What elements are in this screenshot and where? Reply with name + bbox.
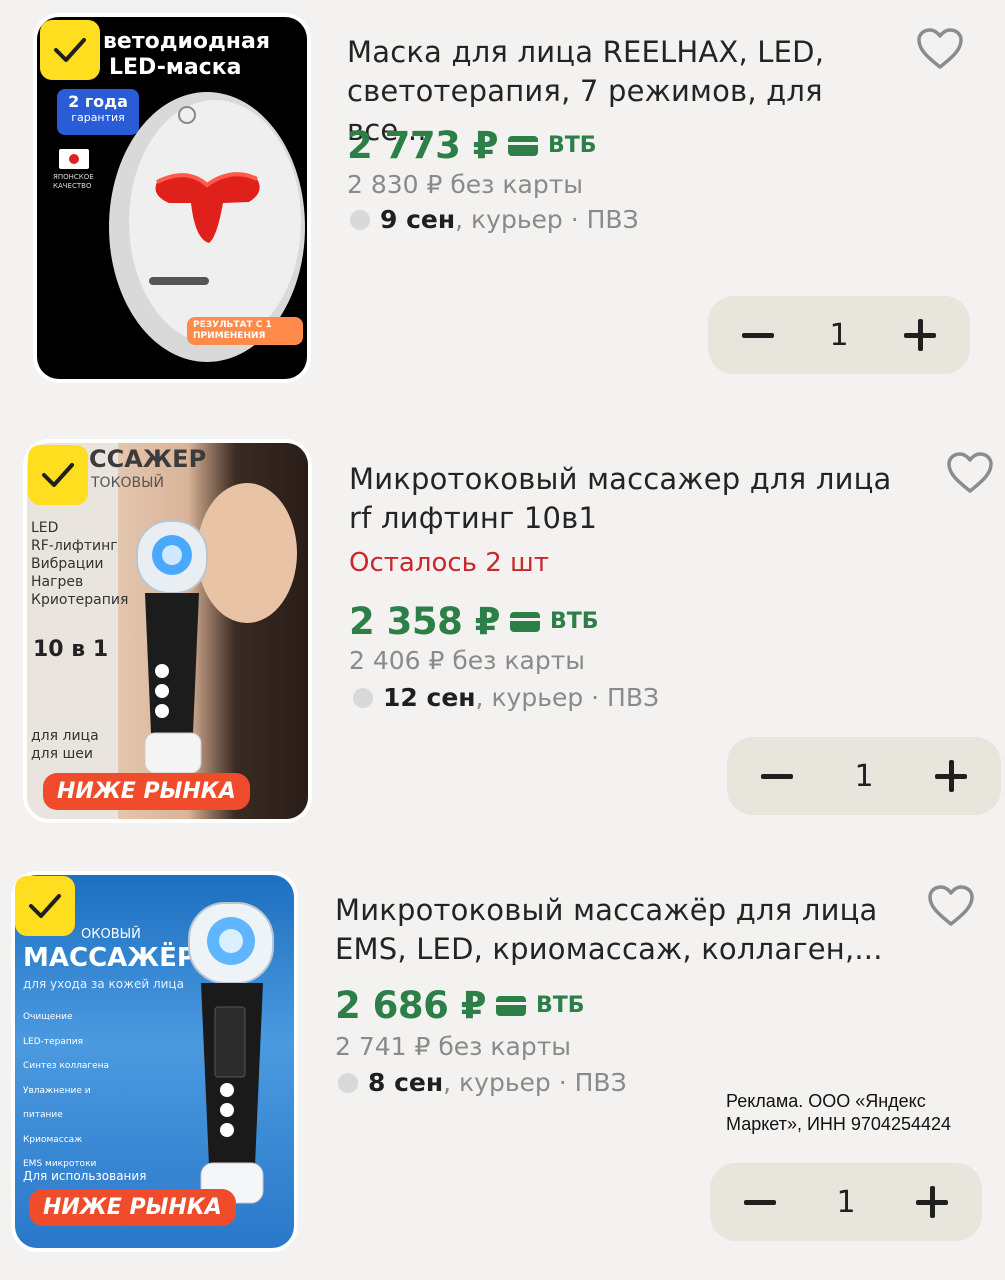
dot-icon	[353, 687, 373, 708]
delivery-method: , курьер · ПВЗ	[475, 683, 660, 712]
heart-icon[interactable]	[927, 884, 975, 928]
minus-icon[interactable]	[742, 1184, 778, 1220]
price-row: 2 686 ₽ ВТБ	[335, 984, 585, 1027]
heart-icon[interactable]	[916, 27, 964, 71]
plus-icon[interactable]	[902, 317, 938, 353]
minus-icon[interactable]	[740, 317, 776, 353]
bank-card-icon	[508, 135, 538, 156]
promo-badge: НИЖЕ РЫНКА	[43, 773, 250, 810]
delivery-date: 9 сен	[380, 205, 456, 234]
heart-icon[interactable]	[946, 451, 994, 495]
plus-icon[interactable]	[933, 758, 969, 794]
bank-name: ВТБ	[536, 993, 585, 1018]
product-card-3: ОКОВЫЙ МАССАЖЁР для ухода за кожей лица …	[0, 860, 1005, 1280]
card-price: 2 773 ₽	[347, 124, 499, 167]
price-without-card: 2 406 ₽ без карты	[349, 646, 585, 675]
minus-icon[interactable]	[759, 758, 795, 794]
price-without-card: 2 830 ₽ без карты	[347, 170, 583, 199]
price-row: 2 358 ₽ ВТБ	[349, 600, 599, 643]
card-price: 2 686 ₽	[335, 984, 487, 1027]
check-icon	[29, 894, 61, 918]
bank-name: ВТБ	[548, 133, 597, 158]
quantity-stepper: 1	[708, 296, 970, 374]
select-checkbox[interactable]	[40, 20, 100, 80]
price-row: 2 773 ₽ ВТБ	[347, 124, 597, 167]
quantity-value: 1	[829, 317, 849, 353]
delivery-method: , курьер · ПВЗ	[443, 1068, 627, 1097]
select-checkbox[interactable]	[28, 445, 88, 505]
check-icon	[42, 463, 74, 487]
check-icon	[54, 38, 86, 62]
image-usage: для лица для шеи	[31, 728, 99, 762]
delivery-date: 12 сен	[383, 683, 476, 712]
product-card-2: ССАЖЕР ТОКОВЫЙ LED RF-лифтинг Вибрации Н…	[0, 430, 1005, 840]
product-title[interactable]: Микротоковый массажёр для лица EMS, LED,…	[335, 891, 915, 969]
card-price: 2 358 ₽	[349, 600, 501, 643]
select-checkbox[interactable]	[15, 876, 75, 936]
plus-icon[interactable]	[914, 1184, 950, 1220]
product-title[interactable]: Микротоковый массажер для лица rf лифтин…	[349, 460, 929, 538]
delivery-info: 9 сен, курьер · ПВЗ	[350, 205, 639, 234]
promo-badge: НИЖЕ РЫНКА	[29, 1189, 236, 1226]
ad-disclaimer: Реклама. ООО «Яндекс Маркет», ИНН 970425…	[726, 1091, 952, 1134]
delivery-info: 12 сен, курьер · ПВЗ	[353, 683, 659, 712]
bank-name: ВТБ	[550, 609, 599, 634]
price-without-card: 2 741 ₽ без карты	[335, 1032, 571, 1061]
quantity-stepper: 1	[727, 737, 1001, 815]
delivery-method: , курьер · ПВЗ	[455, 205, 639, 234]
bank-card-icon	[496, 995, 526, 1016]
stock-left: Осталось 2 шт	[349, 548, 549, 578]
quantity-value: 1	[836, 1184, 856, 1220]
delivery-info: 8 сен, курьер · ПВЗ	[338, 1068, 627, 1097]
result-badge: РЕЗУЛЬТАТ С 1 ПРИМЕНЕНИЯ	[187, 317, 303, 345]
product-card-1: ветодиодная LED-маска 2 года гарантия ЯП…	[0, 0, 1005, 410]
dot-icon	[338, 1072, 358, 1093]
quantity-value: 1	[854, 758, 874, 794]
dot-icon	[350, 209, 370, 230]
quantity-stepper: 1	[710, 1163, 982, 1241]
bank-card-icon	[510, 611, 540, 632]
delivery-date: 8 сен	[368, 1068, 444, 1097]
image-usage: Для использования	[23, 1169, 147, 1183]
